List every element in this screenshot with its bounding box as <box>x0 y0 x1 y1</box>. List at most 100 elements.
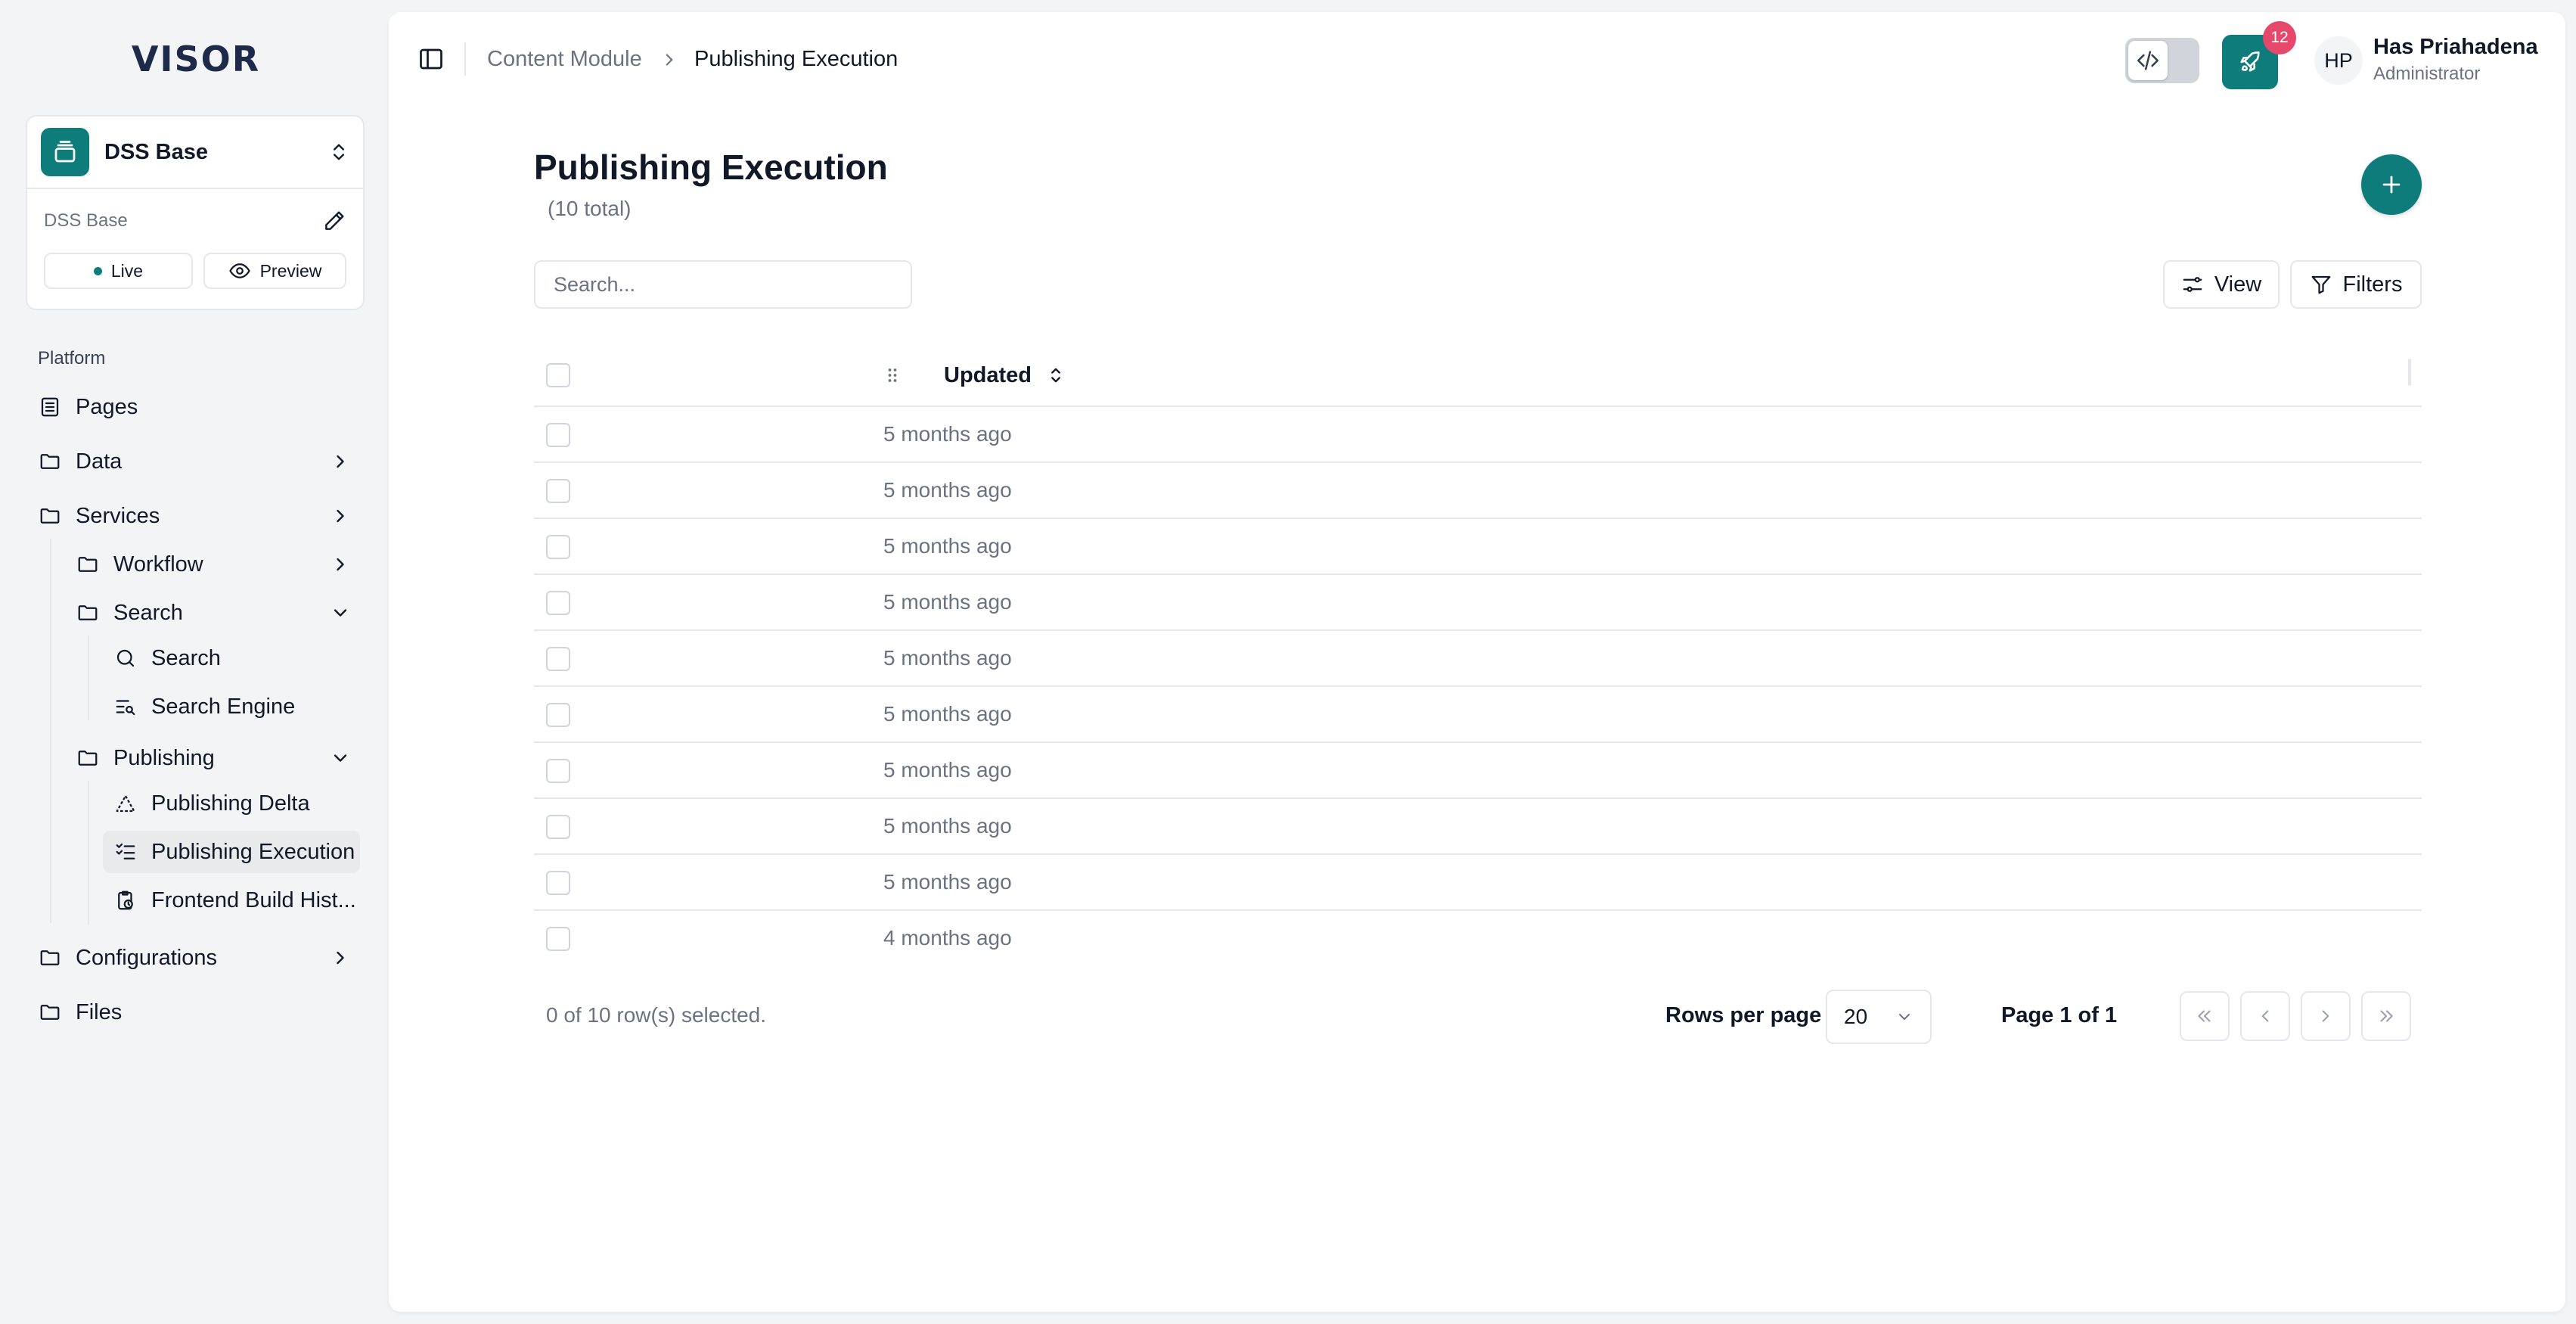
rows-per-page-select[interactable]: 20 <box>1826 990 1932 1044</box>
view-button[interactable]: View <box>2163 260 2280 309</box>
first-page-button[interactable] <box>2180 991 2230 1041</box>
table-row[interactable]: 5 months ago <box>534 575 2422 631</box>
row-checkbox[interactable] <box>546 479 570 503</box>
site-subtitle: DSS Base <box>44 210 128 231</box>
row-checkbox[interactable] <box>546 927 570 951</box>
rocket-icon <box>2237 49 2263 75</box>
row-checkbox[interactable] <box>546 759 570 783</box>
next-page-button[interactable] <box>2301 991 2351 1041</box>
sort-icon[interactable] <box>1045 365 1066 386</box>
site-switcher[interactable]: DSS Base <box>27 117 363 189</box>
sidebar-item-label: Search <box>151 645 221 670</box>
table-row[interactable]: 5 months ago <box>534 743 2422 799</box>
rows-per-page-value: 20 <box>1844 1005 1868 1028</box>
sidebar-item-data[interactable]: Data <box>38 440 355 483</box>
sidebar-item-publishing-execution[interactable]: Publishing Execution <box>103 831 360 873</box>
sidebar-toggle-icon[interactable] <box>417 45 445 73</box>
drag-handle-icon[interactable] <box>882 365 903 386</box>
table-row[interactable]: 4 months ago <box>534 911 2422 967</box>
sidebar-item-label: Workflow <box>113 552 203 577</box>
folder-icon <box>38 449 62 474</box>
row-checkbox[interactable] <box>546 535 570 559</box>
live-label: Live <box>110 260 144 281</box>
table-row[interactable]: 5 months ago <box>534 799 2422 855</box>
column-header-updated[interactable]: Updated <box>944 363 1032 388</box>
cell-updated: 5 months ago <box>883 534 1012 558</box>
page-info: Page 1 of 1 <box>2001 1003 2118 1027</box>
list-checks-icon <box>113 840 138 864</box>
sidebar-item-label: Search <box>113 600 183 625</box>
filters-button[interactable]: Filters <box>2290 260 2422 309</box>
row-checkbox[interactable] <box>546 647 570 671</box>
cell-updated: 5 months ago <box>883 646 1012 670</box>
filter-icon <box>2310 273 2332 296</box>
previous-page-button[interactable] <box>2240 991 2290 1041</box>
sidebar-item-files[interactable]: Files <box>38 991 355 1033</box>
cell-updated: 4 months ago <box>883 926 1012 949</box>
row-checkbox[interactable] <box>546 815 570 839</box>
logo-text: VISOR <box>131 39 261 79</box>
sidebar: VISOR DSS Base DSS Base Live Preview Pla… <box>0 0 389 1324</box>
visor-logo[interactable]: VISOR <box>130 39 262 79</box>
breadcrumb-parent[interactable]: Content Module <box>487 47 642 72</box>
pages-icon <box>38 395 62 419</box>
sidebar-item-search-engine[interactable]: Search Engine <box>113 685 355 728</box>
preview-button[interactable]: Preview <box>203 253 346 289</box>
row-checkbox[interactable] <box>546 423 570 447</box>
sidebar-item-frontend-build-history[interactable]: Frontend Build Hist... <box>113 879 363 922</box>
chevrons-left-icon <box>2195 1006 2214 1026</box>
search-engine-icon <box>113 695 138 719</box>
table-row[interactable]: 5 months ago <box>534 463 2422 519</box>
row-checkbox[interactable] <box>546 703 570 727</box>
cell-updated: 5 months ago <box>883 478 1012 502</box>
row-checkbox[interactable] <box>546 871 570 895</box>
cell-updated: 5 months ago <box>883 758 1012 782</box>
edit-pencil-icon[interactable] <box>322 209 346 233</box>
table-row[interactable]: 5 months ago <box>534 687 2422 743</box>
sidebar-item-label: Configurations <box>76 945 217 970</box>
row-checkbox[interactable] <box>546 591 570 615</box>
add-button[interactable] <box>2361 154 2422 215</box>
eye-icon <box>228 260 251 282</box>
search-input[interactable] <box>534 260 912 309</box>
last-page-button[interactable] <box>2361 991 2411 1041</box>
user-name[interactable]: Has Priahadena <box>2373 35 2538 60</box>
tree-guide-line <box>88 781 89 925</box>
folder-icon <box>38 504 62 528</box>
table-row[interactable]: 5 months ago <box>534 407 2422 463</box>
live-button[interactable]: Live <box>44 253 193 289</box>
chevron-down-icon <box>330 602 351 623</box>
folder-icon <box>38 1000 62 1024</box>
chevron-down-icon <box>1895 1008 1913 1026</box>
select-all-checkbox[interactable] <box>546 363 570 387</box>
total-count: (10 total) <box>548 197 632 220</box>
table-row[interactable]: 5 months ago <box>534 631 2422 687</box>
avatar[interactable]: HP <box>2314 36 2363 85</box>
sidebar-item-label: Search Engine <box>151 694 296 719</box>
code-mode-toggle[interactable] <box>2125 38 2199 83</box>
folder-icon <box>76 601 100 625</box>
chevron-right-icon <box>2316 1006 2335 1026</box>
sidebar-item-publishing[interactable]: Publishing <box>76 737 355 779</box>
table-row[interactable]: 5 months ago <box>534 855 2422 911</box>
breadcrumb-current: Publishing Execution <box>694 47 898 71</box>
filters-label: Filters <box>2342 272 2403 297</box>
table-row[interactable]: 5 months ago <box>534 519 2422 575</box>
chevron-right-icon <box>330 947 351 968</box>
sidebar-item-services[interactable]: Services <box>38 495 355 537</box>
cell-updated: 5 months ago <box>883 870 1012 894</box>
sidebar-item-workflow[interactable]: Workflow <box>76 543 355 586</box>
site-switcher-card: DSS Base DSS Base Live Preview <box>26 115 365 310</box>
sidebar-item-label: Publishing Execution <box>151 839 355 864</box>
delta-triangle-icon <box>113 791 138 816</box>
preview-label: Preview <box>259 260 322 281</box>
cell-updated: 5 months ago <box>883 590 1012 614</box>
sidebar-item-configurations[interactable]: Configurations <box>38 937 355 979</box>
sidebar-item-search[interactable]: Search <box>113 637 355 679</box>
sidebar-item-search-folder[interactable]: Search <box>76 592 355 634</box>
sidebar-item-pages[interactable]: Pages <box>38 386 355 428</box>
column-resize-handle[interactable] <box>2408 359 2411 386</box>
site-name: DSS Base <box>104 139 209 164</box>
sidebar-item-publishing-delta[interactable]: Publishing Delta <box>113 782 355 825</box>
selection-status: 0 of 10 row(s) selected. <box>546 1003 767 1027</box>
